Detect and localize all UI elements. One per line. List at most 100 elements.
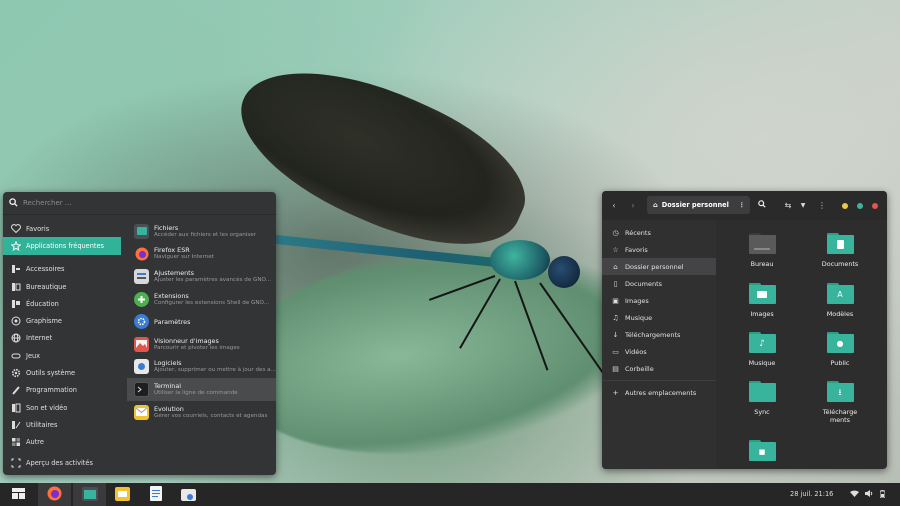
sidebar-item-dossier-personnel[interactable]: ⌂ Dossier personnel bbox=[602, 258, 716, 275]
category-utilitaires[interactable]: Utilitaires bbox=[3, 416, 121, 433]
taskbar-text-editor[interactable] bbox=[139, 483, 172, 506]
sidebar-item-documents[interactable]: ▯ Documents bbox=[602, 275, 716, 292]
sidebar-label: Téléchargements bbox=[625, 330, 681, 339]
extensions-icon bbox=[134, 291, 149, 307]
path-bar-button[interactable]: ⌂ Dossier personnel ⋮ bbox=[647, 196, 750, 214]
trash-icon: ▤ bbox=[612, 364, 619, 373]
app-evolution[interactable]: Evolution Gérer vos courriels, contacts e… bbox=[127, 401, 276, 424]
search-icon bbox=[9, 197, 18, 209]
application-menu: Favoris Applications fréquentes Accessoi… bbox=[3, 192, 276, 475]
folder-label: Sync bbox=[754, 408, 770, 416]
app-menu-button[interactable] bbox=[2, 483, 35, 506]
kebab-menu-icon: ⋮ bbox=[818, 200, 826, 210]
wifi-icon[interactable] bbox=[850, 490, 859, 499]
app-name: Ajustements bbox=[154, 268, 195, 277]
programming-icon bbox=[10, 385, 21, 396]
category-favoris[interactable]: Favoris bbox=[3, 220, 121, 237]
sidebar-item-autres-emplacements[interactable]: + Autres emplacements bbox=[602, 384, 716, 401]
sidebar-item-recents[interactable]: ◷ Récents bbox=[602, 224, 716, 241]
search-button[interactable] bbox=[754, 197, 770, 213]
menu-search-bar bbox=[3, 192, 276, 215]
app-description: Gérer vos courriels, contacts et agendas bbox=[154, 412, 268, 419]
video-icon: ▭ bbox=[612, 347, 619, 356]
category-education[interactable]: Éducation bbox=[3, 295, 121, 312]
category-son-et-video[interactable]: Son et vidéo bbox=[3, 399, 121, 416]
app-ajustements[interactable]: Ajustements Ajuster les paramètres avancé… bbox=[127, 265, 276, 288]
file-manager-window: ‹ › ⌂ Dossier personnel ⋮ ⇆ ▼ ⋮ ◷ Récents… bbox=[602, 191, 887, 469]
folder-label: Images bbox=[750, 310, 774, 318]
category-applications-frequentes[interactable]: Applications fréquentes bbox=[3, 237, 121, 255]
activities-overview-button[interactable]: Aperçu des activités bbox=[3, 454, 121, 471]
accessories-icon bbox=[10, 264, 21, 275]
heart-icon bbox=[10, 223, 21, 234]
folder-label: Téléchargements bbox=[822, 408, 858, 424]
menu-search-input[interactable] bbox=[23, 199, 223, 207]
app-fichiers[interactable]: Fichiers Accéder aux fichiers et les orga… bbox=[127, 220, 276, 243]
category-label: Outils système bbox=[26, 369, 76, 378]
folder-sync[interactable]: Sync bbox=[730, 381, 794, 416]
sidebar-item-images[interactable]: ▣ Images bbox=[602, 292, 716, 309]
overview-label: Aperçu des activités bbox=[26, 458, 93, 467]
app-parametres[interactable]: Paramètres bbox=[127, 310, 276, 333]
category-label: Graphisme bbox=[26, 317, 62, 326]
templates-folder-icon: A bbox=[826, 283, 854, 304]
forward-button[interactable]: › bbox=[625, 197, 641, 213]
category-accessoires[interactable]: Accessoires bbox=[3, 261, 121, 278]
app-visionneur-images[interactable]: Visionneur d'images Parcourir et pivoter … bbox=[127, 333, 276, 356]
clock[interactable]: 28 juil. 21:16 bbox=[790, 490, 833, 498]
sidebar-item-corbeille[interactable]: ▤ Corbeille bbox=[602, 360, 716, 377]
category-label: Bureautique bbox=[26, 282, 67, 291]
wallpaper-dragonfly-head bbox=[548, 256, 580, 288]
close-button[interactable] bbox=[872, 203, 878, 209]
sidebar-item-telechargements[interactable]: ↓ Téléchargements bbox=[602, 326, 716, 343]
category-jeux[interactable]: Jeux bbox=[3, 347, 121, 364]
battery-icon[interactable] bbox=[879, 490, 886, 500]
folder-musique[interactable]: ♪ Musique bbox=[730, 332, 794, 367]
category-list: Favoris Applications fréquentes Accessoi… bbox=[3, 220, 121, 451]
volume-icon[interactable] bbox=[865, 490, 873, 499]
gamepad-icon bbox=[10, 350, 21, 361]
star-icon bbox=[10, 240, 21, 251]
taskbar-evolution[interactable] bbox=[106, 483, 139, 506]
sidebar-label: Documents bbox=[625, 279, 663, 288]
category-bureautique[interactable]: Bureautique bbox=[3, 278, 121, 295]
folder-modeles[interactable]: A Modèles bbox=[808, 283, 872, 318]
app-extensions[interactable]: Extensions Configurer les extensions Shel… bbox=[127, 288, 276, 311]
music-folder-icon: ♪ bbox=[748, 332, 776, 353]
folder-videos[interactable]: ■ bbox=[730, 440, 794, 467]
software-icon bbox=[134, 359, 149, 375]
taskbar-files[interactable] bbox=[73, 483, 106, 506]
settings-icon bbox=[134, 314, 149, 330]
category-autre[interactable]: Autre bbox=[3, 434, 121, 451]
other-icon bbox=[10, 437, 21, 448]
category-outils-systeme[interactable]: Outils système bbox=[3, 364, 121, 381]
taskbar-firefox[interactable] bbox=[38, 483, 71, 506]
category-programmation[interactable]: Programmation bbox=[3, 382, 121, 399]
category-graphisme[interactable]: Graphisme bbox=[3, 312, 121, 329]
folder-bureau[interactable]: Bureau bbox=[730, 233, 794, 268]
app-terminal[interactable]: Terminal Utiliser la ligne de commande bbox=[127, 378, 276, 401]
folder-images[interactable]: Images bbox=[730, 283, 794, 318]
sidebar-item-videos[interactable]: ▭ Vidéos bbox=[602, 343, 716, 360]
category-internet[interactable]: Internet bbox=[3, 330, 121, 347]
folder-documents[interactable]: Documents bbox=[808, 233, 872, 268]
download-icon: ↓ bbox=[612, 330, 619, 339]
globe-icon bbox=[10, 333, 21, 344]
maximize-button[interactable] bbox=[857, 203, 863, 209]
view-options-button[interactable]: ⇆ bbox=[780, 197, 796, 213]
sort-dropdown-button[interactable]: ▼ bbox=[795, 197, 811, 213]
category-label: Internet bbox=[26, 334, 53, 343]
chevron-right-icon: › bbox=[631, 200, 635, 210]
minimize-button[interactable] bbox=[842, 203, 848, 209]
menu-button[interactable]: ⋮ bbox=[814, 197, 830, 213]
downloads-folder-icon: ⭳ bbox=[826, 381, 854, 402]
app-logiciels[interactable]: Logiciels Ajouter, supprimer ou mettre à … bbox=[127, 356, 276, 379]
back-button[interactable]: ‹ bbox=[606, 197, 622, 213]
app-firefox-esr[interactable]: Firefox ESR Naviguer sur Internet bbox=[127, 243, 276, 266]
sidebar-item-musique[interactable]: ♫ Musique bbox=[602, 309, 716, 326]
folder-public[interactable]: ● Public bbox=[808, 332, 872, 367]
sidebar-item-favoris[interactable]: ☆ Favoris bbox=[602, 241, 716, 258]
taskbar-software[interactable] bbox=[172, 483, 205, 506]
folder-telechargements[interactable]: ⭳ Téléchargements bbox=[808, 381, 872, 424]
path-label: Dossier personnel bbox=[661, 201, 729, 209]
